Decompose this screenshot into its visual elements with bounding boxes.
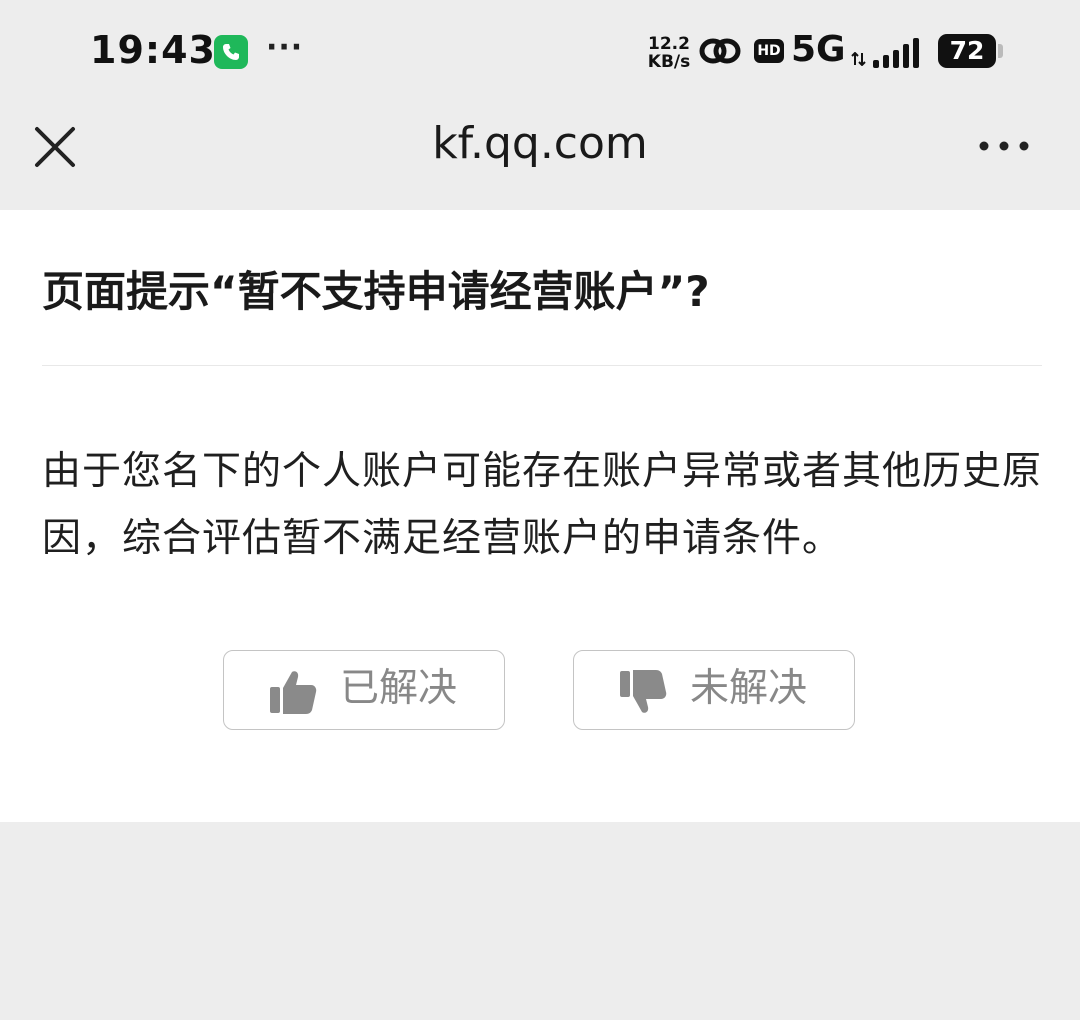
question-title: 页面提示“暂不支持申请经营账户”? bbox=[42, 267, 710, 316]
battery-icon: 72 bbox=[938, 34, 996, 68]
faq-card: 页面提示“暂不支持申请经营账户”? 由于您名下的个人账户可能存在账户异常或者其他… bbox=[0, 210, 1080, 822]
thumbs-up-icon bbox=[270, 671, 317, 714]
network-speed-value: 12.2 bbox=[648, 34, 690, 54]
more-menu-button[interactable] bbox=[972, 122, 1036, 170]
hd-icon: HD bbox=[754, 39, 784, 63]
thumbs-down-icon bbox=[620, 670, 667, 713]
phone-call-icon bbox=[214, 35, 248, 69]
solved-button[interactable]: 已解决 bbox=[223, 650, 505, 730]
nav-bar: kf.qq.com bbox=[0, 100, 1080, 210]
network-speed-unit: KB/s bbox=[647, 52, 691, 72]
unsolved-label: 未解决 bbox=[690, 666, 808, 711]
more-menu-icon bbox=[979, 141, 1029, 151]
battery-cap bbox=[998, 44, 1003, 58]
network-type: 5G bbox=[791, 29, 846, 70]
signal-icon bbox=[873, 38, 919, 68]
status-bar: 19:43 ··· 12.2 KB/s HD 5G 72 bbox=[0, 0, 1080, 100]
divider bbox=[42, 365, 1042, 366]
unsolved-button[interactable]: 未解决 bbox=[573, 650, 855, 730]
solved-label: 已解决 bbox=[340, 666, 458, 711]
network-speed: 12.2 KB/s bbox=[646, 35, 692, 71]
page-title: kf.qq.com bbox=[432, 118, 648, 169]
link-icon bbox=[699, 38, 741, 64]
status-time: 19:43 bbox=[90, 28, 216, 72]
answer-text: 由于您名下的个人账户可能存在账户异常或者其他历史原因，综合评估暂不满足经营账户的… bbox=[42, 449, 1043, 561]
more-dots-icon: ··· bbox=[266, 30, 304, 65]
battery-level: 72 bbox=[949, 36, 985, 65]
data-arrows-icon bbox=[851, 52, 866, 66]
